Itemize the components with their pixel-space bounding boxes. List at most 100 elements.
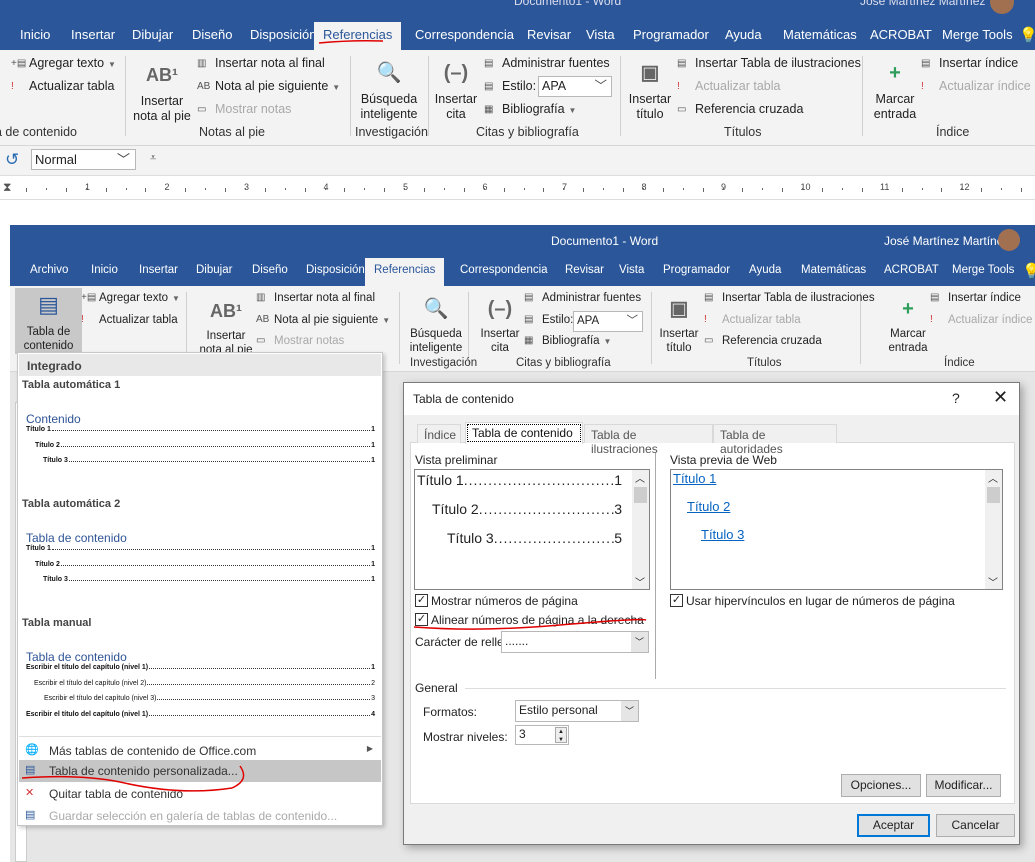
right-align-checkbox[interactable]: ✓ <box>415 613 428 626</box>
manage-sources-button[interactable]: ▤ Administrar fuentes <box>524 292 641 304</box>
tab-vista[interactable]: Vista <box>577 22 624 50</box>
toc-button[interactable]: ▤ Tabla de contenido <box>15 288 82 354</box>
insert-endnote-button[interactable]: ▥ Insertar nota al final <box>256 292 375 304</box>
tab-inicio[interactable]: Inicio <box>11 22 59 50</box>
horizontal-ruler[interactable]: ⧗12345678910111213 <box>0 180 1035 200</box>
tab-dibujar[interactable]: Dibujar <box>187 258 241 286</box>
bibliography-button[interactable]: ▦ Bibliografía ▼ <box>524 335 611 347</box>
help-button[interactable]: ? <box>952 390 960 406</box>
show-notes-button[interactable]: ▭ Mostrar notas <box>197 102 291 116</box>
tab-insertar[interactable]: Insertar <box>62 22 124 50</box>
close-icon[interactable]: ✕ <box>993 387 1008 408</box>
tab-referencias[interactable]: Referencias <box>365 258 445 286</box>
tab-programador[interactable]: Programador <box>624 22 718 50</box>
gallery-toc-entry[interactable]: Título 3 1 <box>43 576 375 583</box>
tab-disposicion[interactable]: Disposición <box>297 258 374 286</box>
tab-matematicas[interactable]: Matemáticas <box>774 22 866 50</box>
custom-toc-item[interactable]: ▤ Tabla de contenido personalizada... <box>19 760 381 782</box>
next-footnote-button[interactable]: AB Nota al pie siguiente ▼ <box>256 314 390 326</box>
ok-button[interactable]: Aceptar <box>857 814 930 837</box>
insert-table-figures-button[interactable]: ▤ Insertar Tabla de ilustraciones <box>704 292 875 304</box>
gallery-toc-entry[interactable]: Escribir el título del capítulo (nivel 3… <box>44 695 375 702</box>
spinner-arrows-icon[interactable]: ▲ ▼ <box>555 727 567 743</box>
web-preview-link[interactable]: Título 1 <box>673 471 716 486</box>
scrollbar[interactable]: ︿ ﹀ <box>632 470 649 589</box>
gallery-heading[interactable]: Tabla de contenido <box>26 531 127 545</box>
tab-acrobat[interactable]: ACROBAT <box>875 258 948 286</box>
lightbulb-icon[interactable]: 💡 <box>1022 262 1035 280</box>
tab-revisar[interactable]: Revisar <box>556 258 613 286</box>
citation-style-select[interactable]: APA ﹀ <box>538 76 612 97</box>
avatar[interactable] <box>990 0 1014 14</box>
insert-index-button[interactable]: ▤ Insertar índice <box>930 292 1021 304</box>
web-preview-link[interactable]: Título 2 <box>687 499 730 514</box>
modify-button[interactable]: Modificar... <box>926 774 1001 797</box>
insert-footnote-button[interactable]: AB¹ Insertar nota al pie <box>195 296 257 358</box>
style-combo[interactable]: Normal ﹀ <box>31 149 136 170</box>
mark-entry-button[interactable]: + Marcar entrada <box>881 294 935 356</box>
update-table-button[interactable]: ! Actualizar tabla <box>81 314 178 326</box>
web-preview-link[interactable]: Título 3 <box>701 527 744 542</box>
tab-diseno[interactable]: Diseño <box>183 22 241 50</box>
tab-revisar[interactable]: Revisar <box>518 22 580 50</box>
show-page-numbers-checkbox[interactable]: ✓ <box>415 594 428 607</box>
save-selection-item[interactable]: ▤ Guardar selección en galería de tablas … <box>19 805 381 827</box>
customize-icon[interactable]: ⩡ <box>150 152 156 165</box>
tab-matematicas[interactable]: Matemáticas <box>792 258 875 286</box>
tab-correspondencia[interactable]: Correspondencia <box>406 22 523 50</box>
avatar[interactable] <box>998 229 1020 251</box>
bibliography-button[interactable]: ▦ Bibliografía ▼ <box>484 102 576 116</box>
smart-lookup-button[interactable]: 🔍 Búsqueda inteligente <box>403 294 469 356</box>
use-hyperlinks-checkbox[interactable]: ✓ <box>670 594 683 607</box>
tab-programador[interactable]: Programador <box>654 258 739 286</box>
options-button[interactable]: Opciones... <box>841 774 921 797</box>
update-table-figures-button[interactable]: ! Actualizar tabla <box>704 314 801 326</box>
dialog-tab-tabla-de-contenido[interactable]: Tabla de contenido <box>465 422 583 444</box>
insert-caption-button[interactable]: ▣ Insertar título <box>626 58 674 122</box>
manage-sources-button[interactable]: ▤ Administrar fuentes <box>484 56 610 70</box>
tab-insertar[interactable]: Insertar <box>130 258 187 286</box>
gallery-toc-entry[interactable]: Escribir el título del capítulo (nivel 1… <box>26 711 375 718</box>
scrollbar[interactable]: ︿ ﹀ <box>985 470 1002 589</box>
tab-disposicion[interactable]: Disposición <box>241 22 325 50</box>
citation-style-select[interactable]: APA ﹀ <box>573 311 643 332</box>
dialog-tab-indice[interactable]: Índice <box>417 424 461 443</box>
tab-merge-tools[interactable]: Merge Tools <box>933 22 1022 50</box>
levels-spinner[interactable]: 3 ▲ ▼ <box>515 725 569 745</box>
gallery-toc-entry[interactable]: Título 3 1 <box>43 457 375 464</box>
gallery-heading[interactable]: Tabla de contenido <box>26 650 127 664</box>
tab-diseno[interactable]: Diseño <box>243 258 297 286</box>
add-text-button[interactable]: +▤ Agregar texto ▼ <box>81 292 180 304</box>
update-index-button[interactable]: ! Actualizar índice <box>921 79 1031 93</box>
gallery-heading[interactable]: Contenido <box>26 412 81 426</box>
show-notes-button[interactable]: ▭ Mostrar notas <box>256 335 344 347</box>
cross-reference-button[interactable]: ▭ Referencia cruzada <box>677 102 803 116</box>
update-index-button[interactable]: ! Actualizar índice <box>930 314 1032 326</box>
tab-inicio[interactable]: Inicio <box>82 258 127 286</box>
gallery-toc-entry[interactable]: Escribir el título del capítulo (nivel 1… <box>26 664 375 671</box>
remove-toc-item[interactable]: ✕ Quitar tabla de contenido <box>19 783 381 805</box>
tab-merge-tools[interactable]: Merge Tools <box>943 258 1023 286</box>
dialog-tab-tabla-de-ilustraciones[interactable]: Tabla de ilustraciones <box>584 424 713 456</box>
smart-lookup-button[interactable]: 🔍 Búsqueda inteligente <box>356 58 422 122</box>
insert-endnote-button[interactable]: ▥ Insertar nota al final <box>197 56 325 70</box>
cancel-button[interactable]: Cancelar <box>936 814 1015 837</box>
add-text-button[interactable]: +▤ Agregar texto ▼ <box>11 56 116 70</box>
gallery-toc-entry[interactable]: Título 2 1 <box>35 442 375 449</box>
tab-ayuda[interactable]: Ayuda <box>716 22 771 50</box>
tab-referencias[interactable]: Referencias <box>314 22 402 50</box>
tab-acrobat[interactable]: ACROBAT <box>861 22 941 50</box>
next-footnote-button[interactable]: AB Nota al pie siguiente ▼ <box>197 79 340 93</box>
insert-citation-button[interactable]: (–) Insertar cita <box>432 58 480 122</box>
tab-dibujar[interactable]: Dibujar <box>123 22 182 50</box>
tab-vista[interactable]: Vista <box>610 258 653 286</box>
gallery-toc-entry[interactable]: Título 2 1 <box>35 561 375 568</box>
insert-footnote-button[interactable]: AB¹ Insertar nota al pie <box>131 60 193 124</box>
cross-reference-button[interactable]: ▭ Referencia cruzada <box>704 335 822 347</box>
insert-citation-button[interactable]: (–) Insertar cita <box>476 294 524 356</box>
update-table-figures-button[interactable]: ! Actualizar tabla <box>677 79 780 93</box>
more-tocs-office-item[interactable]: 🌐 Más tablas de contenido de Office.com ▶ <box>19 740 381 762</box>
tab-correspondencia[interactable]: Correspondencia <box>451 258 557 286</box>
tab-archivo[interactable]: Archivo <box>21 258 77 286</box>
gallery-toc-entry[interactable]: Título 1 1 <box>26 426 375 433</box>
